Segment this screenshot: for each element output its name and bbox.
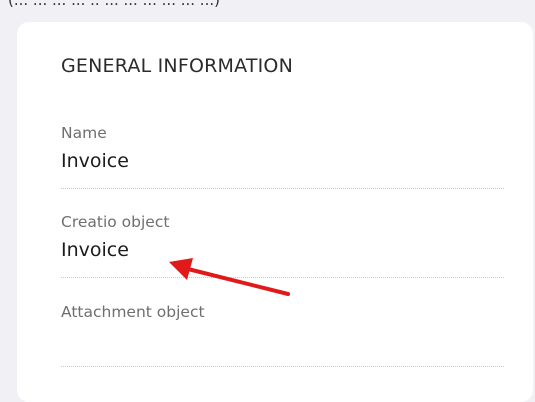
creatio-object-field-label: Creatio object xyxy=(61,213,170,231)
general-information-card: GENERAL INFORMATION Name Invoice Creatio… xyxy=(17,22,533,402)
attachment-object-field-label: Attachment object xyxy=(61,303,205,321)
name-field[interactable]: Name Invoice xyxy=(61,124,504,189)
creatio-object-field[interactable]: Creatio object Invoice xyxy=(61,213,504,278)
cropped-top-text: (... ... ... ... .. ... ... ... ... ... … xyxy=(8,0,220,9)
name-field-label: Name xyxy=(61,124,107,142)
name-field-value[interactable]: Invoice xyxy=(61,150,129,172)
attachment-object-field[interactable]: Attachment object xyxy=(61,303,504,367)
creatio-object-field-value[interactable]: Invoice xyxy=(61,239,129,261)
section-title: GENERAL INFORMATION xyxy=(61,55,293,77)
